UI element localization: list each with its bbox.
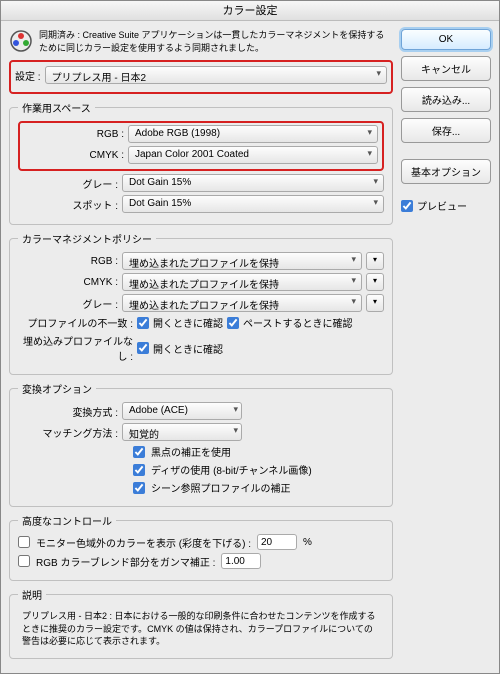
sync-status: 同期済み : Creative Suite アプリケーションは一貫したカラーマネ… xyxy=(9,29,393,54)
monitor-value[interactable] xyxy=(257,534,297,550)
ok-button[interactable]: OK xyxy=(401,29,491,50)
policy-gray-label: グレー : xyxy=(18,296,118,311)
percent-label: % xyxy=(303,537,312,548)
dither-check[interactable] xyxy=(133,464,145,476)
gray-label: グレー : xyxy=(18,176,118,191)
save-button[interactable]: 保存... xyxy=(401,118,491,143)
preview-check[interactable] xyxy=(401,200,413,212)
policy-gray-select[interactable]: 埋め込まれたプロファイルを保持 xyxy=(122,294,362,312)
intent-label: マッチング方法 : xyxy=(18,425,118,440)
policy-gray-info[interactable]: ▾ xyxy=(366,294,384,312)
policy-group: カラーマネジメントポリシー RGB : 埋め込まれたプロファイルを保持 ▾ CM… xyxy=(9,231,393,375)
intent-select[interactable]: 知覚的 xyxy=(122,423,242,441)
policy-cmyk-info[interactable]: ▾ xyxy=(366,273,384,291)
advanced-group: 高度なコントロール モニター色域外のカラーを表示 (彩度を下げる) : % RG… xyxy=(9,513,393,581)
description-legend: 説明 xyxy=(18,587,46,602)
workspace-legend: 作業用スペース xyxy=(18,100,95,115)
mismatch-label: プロファイルの不一致 : xyxy=(18,315,133,330)
bpc-label: 黒点の補正を使用 xyxy=(151,444,231,459)
mismatch-paste-check[interactable] xyxy=(227,317,239,329)
dither-label: ディザの使用 (8-bit/チャンネル画像) xyxy=(151,462,312,477)
cancel-button[interactable]: キャンセル xyxy=(401,56,491,81)
blend-value[interactable] xyxy=(221,553,261,569)
convert-legend: 変換オプション xyxy=(18,381,96,396)
scene-check[interactable] xyxy=(133,482,145,494)
mismatch-open-check[interactable] xyxy=(137,317,149,329)
blend-label: RGB カラーブレンド部分をガンマ補正 : xyxy=(36,554,215,569)
missing-open-check[interactable] xyxy=(137,342,149,354)
color-settings-dialog: カラー設定 同期済み : Creative Suite アプリケーションは一貫し… xyxy=(0,0,500,674)
preview-label: プレビュー xyxy=(417,198,467,213)
policy-legend: カラーマネジメントポリシー xyxy=(18,231,156,246)
engine-label: 変換方式 : xyxy=(18,404,118,419)
workspace-highlight: RGB : Adobe RGB (1998) CMYK : Japan Colo… xyxy=(18,121,384,171)
sync-text: 同期済み : Creative Suite アプリケーションは一貫したカラーマネ… xyxy=(39,29,393,54)
policy-cmyk-label: CMYK : xyxy=(18,277,118,288)
cmyk-select[interactable]: Japan Color 2001 Coated xyxy=(128,146,378,164)
description-group: 説明 プリプレス用 - 日本2 : 日本における一般的な印刷条件に合わせたコンテ… xyxy=(9,587,393,659)
load-button[interactable]: 読み込み... xyxy=(401,87,491,112)
monitor-check[interactable] xyxy=(18,536,30,548)
missing-open-label: 開くときに確認 xyxy=(153,341,223,356)
engine-select[interactable]: Adobe (ACE) xyxy=(122,402,242,420)
policy-rgb-info[interactable]: ▾ xyxy=(366,252,384,270)
policy-rgb-label: RGB : xyxy=(18,256,118,267)
rgb-select[interactable]: Adobe RGB (1998) xyxy=(128,125,378,143)
missing-label: 埋め込みプロファイルなし : xyxy=(18,333,133,363)
blend-check[interactable] xyxy=(18,555,30,567)
mismatch-paste-label: ペーストするときに確認 xyxy=(243,315,353,330)
basic-options-button[interactable]: 基本オプション xyxy=(401,159,491,184)
monitor-label: モニター色域外のカラーを表示 (彩度を下げる) : xyxy=(36,535,251,550)
rgb-label: RGB : xyxy=(24,129,124,140)
spot-select[interactable]: Dot Gain 15% xyxy=(122,195,384,213)
setting-select[interactable]: プリプレス用 - 日本2 xyxy=(45,66,387,84)
spot-label: スポット : xyxy=(18,197,118,212)
description-text: プリプレス用 - 日本2 : 日本における一般的な印刷条件に合わせたコンテンツを… xyxy=(18,608,384,650)
cmyk-label: CMYK : xyxy=(24,150,124,161)
scene-label: シーン参照プロファイルの補正 xyxy=(151,480,291,495)
workspace-group: 作業用スペース RGB : Adobe RGB (1998) CMYK : Ja… xyxy=(9,100,393,225)
convert-group: 変換オプション 変換方式 : Adobe (ACE) マッチング方法 : 知覚的… xyxy=(9,381,393,507)
sync-icon xyxy=(9,29,33,53)
setting-highlight: 設定 : プリプレス用 - 日本2 xyxy=(9,60,393,94)
policy-rgb-select[interactable]: 埋め込まれたプロファイルを保持 xyxy=(122,252,362,270)
titlebar: カラー設定 xyxy=(1,1,499,21)
policy-cmyk-select[interactable]: 埋め込まれたプロファイルを保持 xyxy=(122,273,362,291)
bpc-check[interactable] xyxy=(133,446,145,458)
gray-select[interactable]: Dot Gain 15% xyxy=(122,174,384,192)
setting-label: 設定 : xyxy=(15,68,41,83)
mismatch-open-label: 開くときに確認 xyxy=(153,315,223,330)
